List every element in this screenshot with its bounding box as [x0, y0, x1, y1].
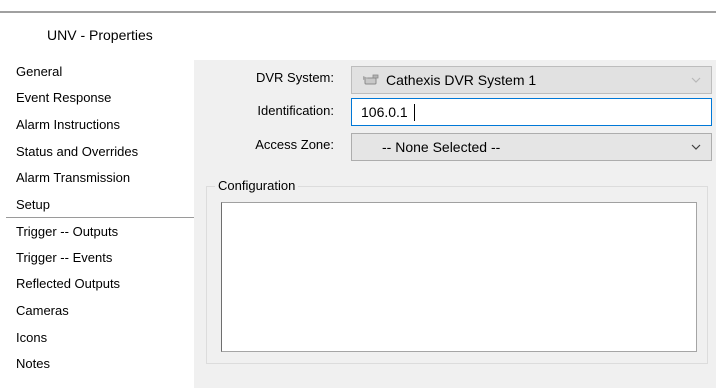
sidebar-item-setup[interactable]: Setup — [6, 193, 194, 217]
identification-value: 106.0.1 — [361, 104, 408, 120]
sidebar-nav: General Event Response Alarm Instruction… — [6, 60, 196, 388]
sidebar-item-alarm-instructions[interactable]: Alarm Instructions — [6, 113, 194, 137]
sidebar-item-icons[interactable]: Icons — [6, 326, 194, 350]
top-rule — [0, 11, 716, 13]
access-zone-combo[interactable]: -- None Selected -- — [351, 133, 712, 161]
dvr-system-value: Cathexis DVR System 1 — [386, 72, 537, 88]
chevron-down-icon — [691, 76, 701, 84]
sidebar-item-cameras[interactable]: Cameras — [6, 299, 194, 323]
dvr-system-combo[interactable]: Cathexis DVR System 1 — [351, 66, 712, 94]
identification-label: Identification: — [257, 103, 334, 118]
window-title: UNV - Properties — [47, 27, 153, 43]
sidebar-item-alarm-transmission[interactable]: Alarm Transmission — [6, 166, 194, 190]
camera-icon — [362, 73, 380, 87]
sidebar-item-status-and-overrides[interactable]: Status and Overrides — [6, 140, 194, 164]
access-zone-label: Access Zone: — [255, 137, 334, 152]
configuration-legend: Configuration — [215, 178, 299, 193]
sidebar-item-general[interactable]: General — [6, 60, 194, 84]
text-caret — [414, 104, 415, 121]
sidebar-item-trigger-events[interactable]: Trigger -- Events — [6, 246, 194, 270]
chevron-down-icon — [691, 143, 701, 151]
access-zone-value: -- None Selected -- — [382, 139, 501, 155]
sidebar-item-notes[interactable]: Notes — [6, 352, 194, 376]
sidebar-item-reflected-outputs[interactable]: Reflected Outputs — [6, 272, 194, 296]
dvr-system-label: DVR System: — [255, 70, 334, 85]
identification-field[interactable]: 106.0.1 — [351, 98, 712, 126]
sidebar-item-trigger-outputs[interactable]: Trigger -- Outputs — [6, 220, 194, 244]
sidebar-item-event-response[interactable]: Event Response — [6, 86, 194, 110]
selected-item-divider — [6, 217, 196, 218]
configuration-textarea[interactable] — [221, 202, 697, 352]
